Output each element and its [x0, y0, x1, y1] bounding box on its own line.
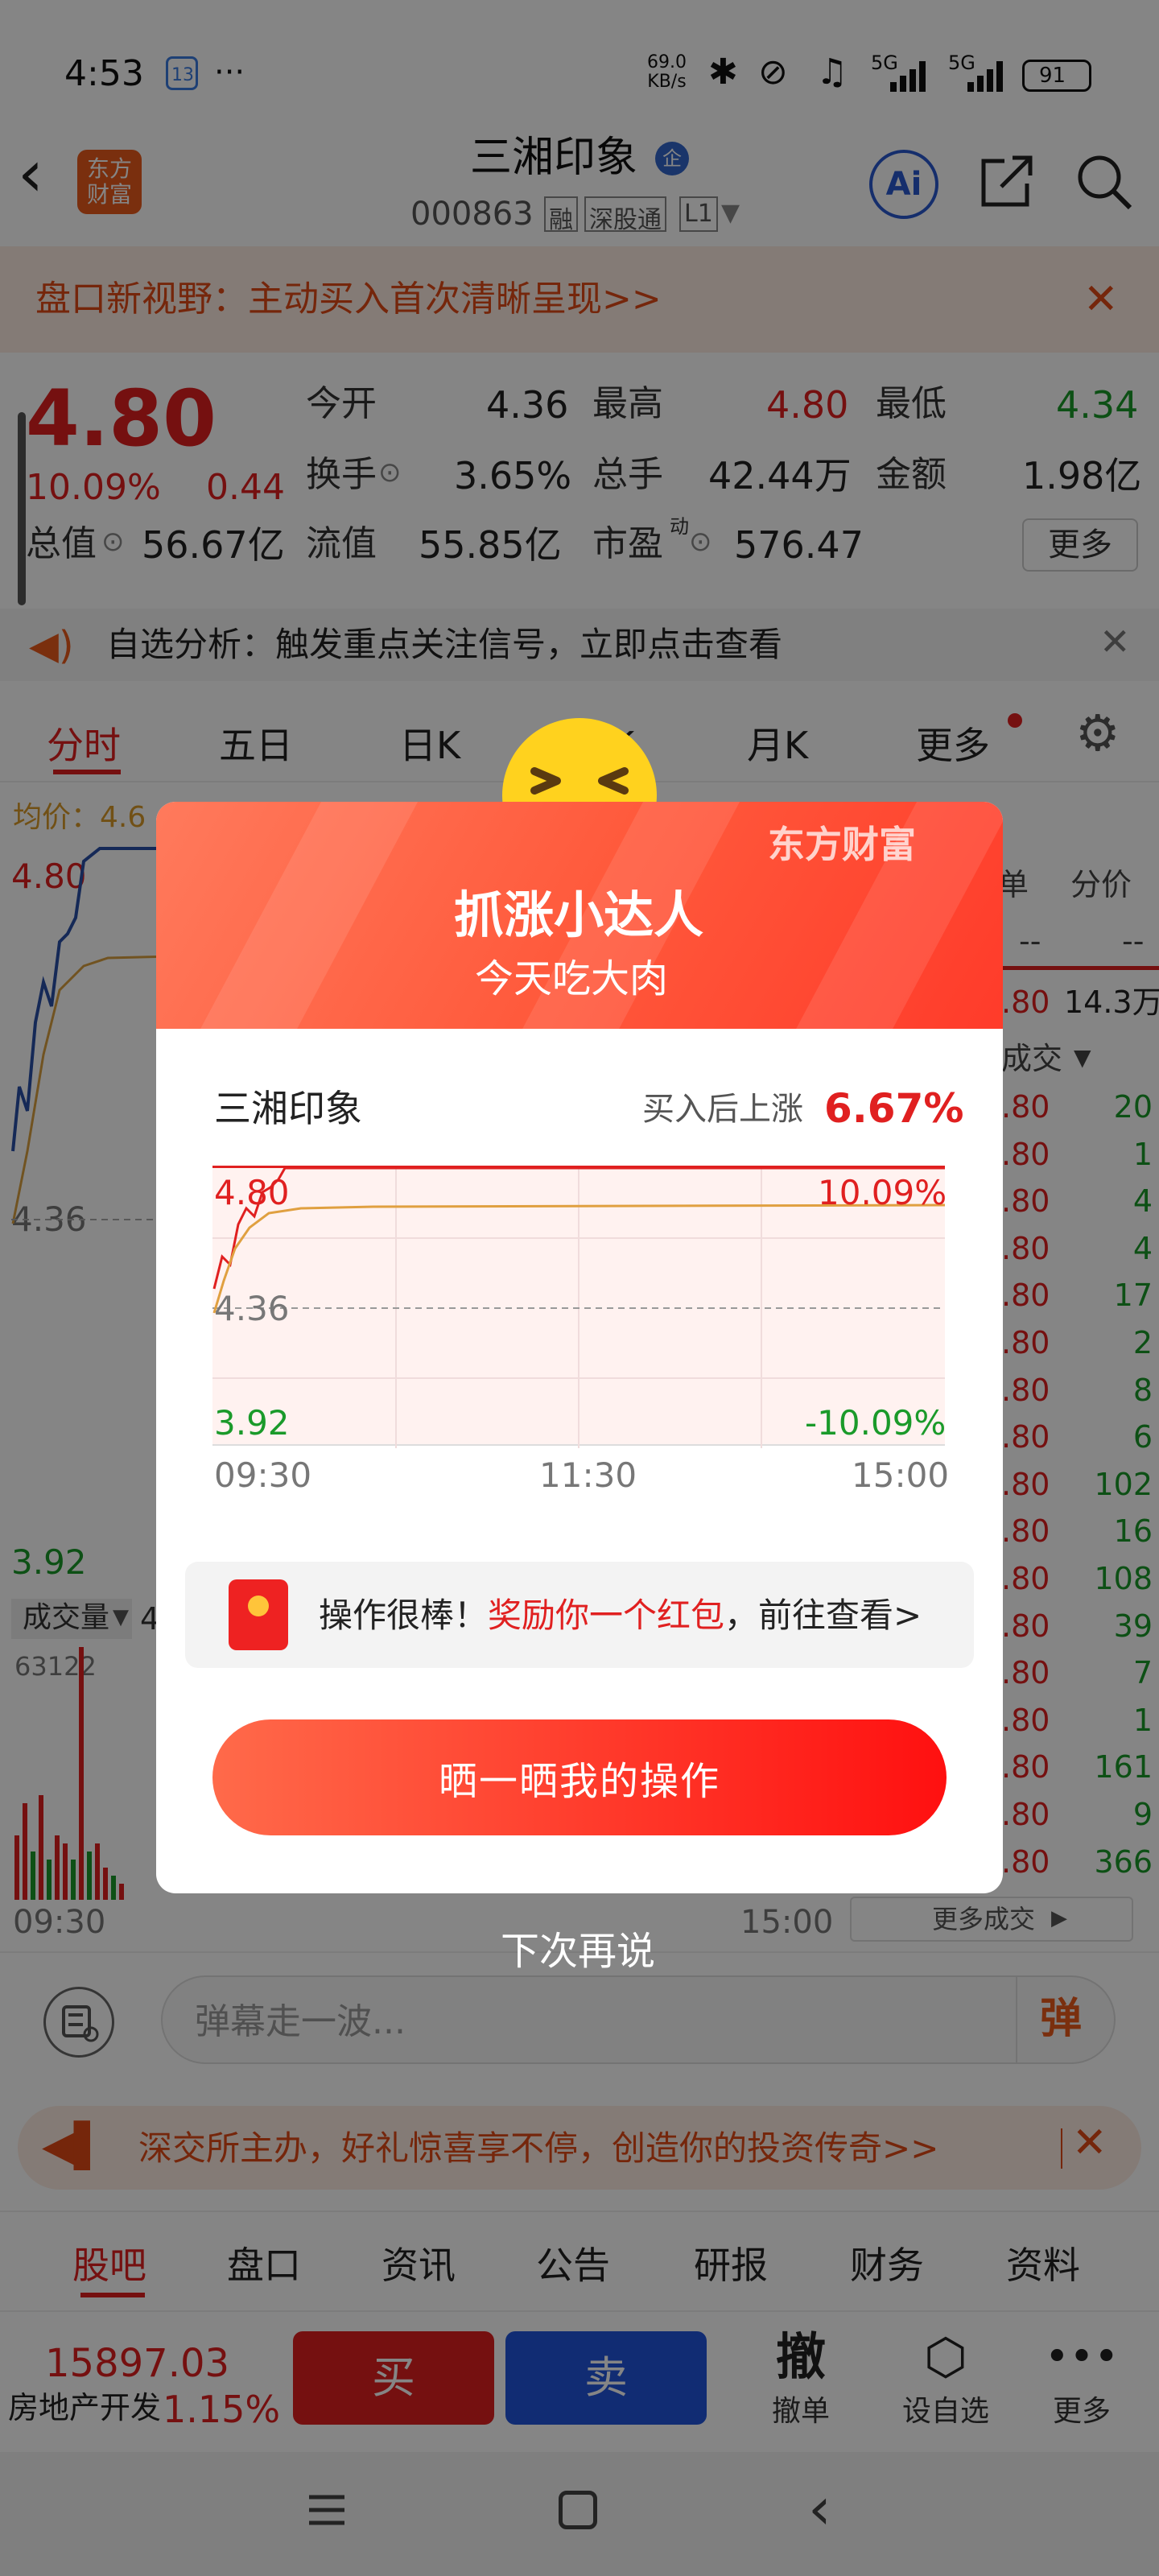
modal-chart-bot-right: -10.09%: [805, 1403, 947, 1443]
gain-label: 买入后上涨: [642, 1091, 803, 1128]
modal-title: 抓涨小达人: [454, 886, 704, 944]
share-operation-button[interactable]: 晒一晒我的操作: [212, 1719, 947, 1835]
modal-time-2: 11:30: [539, 1455, 637, 1495]
brand-watermark: 东方财富: [768, 823, 916, 866]
modal-stock-name: 三湘印象: [214, 1087, 362, 1130]
red-envelope-icon: [229, 1579, 288, 1650]
modal-time-3: 15:00: [852, 1455, 950, 1495]
reward-bar[interactable]: 操作很棒！奖励你一个红包，前往查看>: [185, 1562, 974, 1668]
modal-chart-top-left: 4.80: [214, 1173, 290, 1212]
gain-value: 6.67%: [824, 1085, 964, 1132]
modal-chart-top-right: 10.09%: [818, 1173, 947, 1212]
modal-chart-mid: 4.36: [214, 1289, 290, 1328]
reward-text: 操作很棒！奖励你一个红包，前往查看>: [319, 1596, 922, 1635]
modal-header: 东方财富 抓涨小达人 今天吃大肉: [156, 802, 1003, 1092]
modal-chart-bot-left: 3.92: [214, 1403, 290, 1443]
modal-chart: 4.80 10.09% 4.36 3.92 -10.09%: [212, 1166, 947, 1448]
achievement-modal: 东方财富 抓涨小达人 今天吃大肉 三湘印象 买入后上涨 6.67% 4.80 1…: [156, 802, 1003, 1893]
modal-subtitle: 今天吃大肉: [475, 956, 669, 1001]
dismiss-later-link[interactable]: 下次再说: [501, 1932, 655, 1971]
modal-time-1: 09:30: [214, 1455, 312, 1495]
